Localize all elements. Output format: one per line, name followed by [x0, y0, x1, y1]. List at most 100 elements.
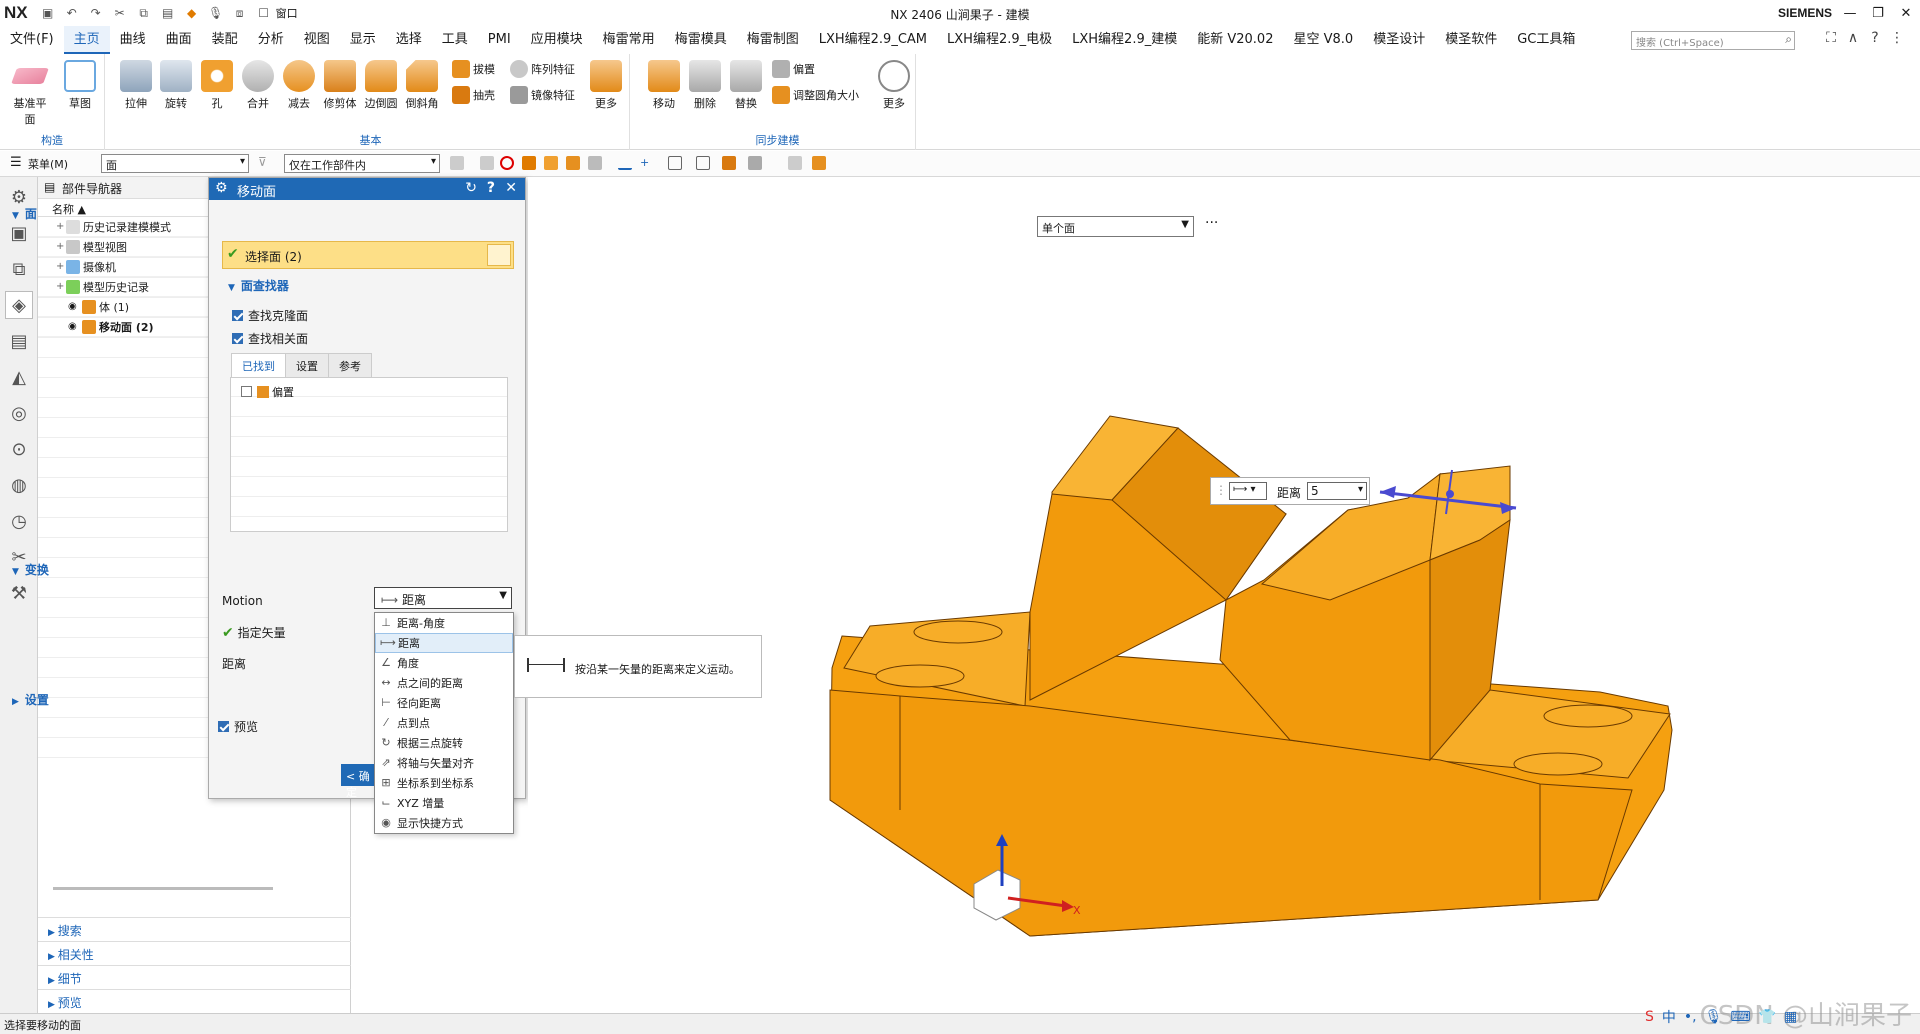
expand-icon[interactable]: + [56, 241, 66, 252]
graphics-window[interactable]: X [528, 177, 1920, 1013]
move-face-button[interactable]: 移动 [644, 60, 684, 111]
more-icon[interactable]: ⋮ [1886, 30, 1908, 46]
copy-icon[interactable]: ⧉ [135, 5, 153, 21]
gear-icon[interactable]: ⚙ [215, 180, 228, 196]
more-basic-button[interactable]: 更多 [586, 60, 626, 111]
mic-icon[interactable]: 🎙 [1705, 1009, 1723, 1025]
tools-icon[interactable]: ▦ [1784, 1009, 1797, 1025]
filter-reset-icon[interactable]: ⊽ [258, 155, 267, 169]
menu-item[interactable]: 选择 [386, 26, 432, 54]
close-icon[interactable]: ✕ [1892, 0, 1920, 26]
body-filter-icon[interactable] [588, 156, 602, 170]
face-finder-section[interactable]: ▼ 面查找器 [222, 277, 528, 294]
menu-item[interactable]: 文件(F) [0, 26, 64, 54]
motion-option[interactable]: ⌙ XYZ 增量 [375, 793, 513, 813]
dialog-tab[interactable]: 设置 [285, 353, 329, 377]
motion-option[interactable]: ∠ 角度 [375, 653, 513, 673]
motion-option[interactable]: ⟼ 距离 [375, 633, 513, 653]
restore-icon[interactable]: ❐ [1864, 0, 1892, 26]
menu-item[interactable]: LXH编程2.9_CAM [809, 26, 937, 54]
menu-button[interactable]: 菜单(M) [28, 156, 68, 172]
window-switch-icon[interactable]: ⧈ [231, 5, 249, 21]
trim-body-button[interactable]: 修剪体 [320, 60, 360, 111]
unite-button[interactable]: 合并 [238, 60, 278, 111]
part-icon[interactable]: ◆ [183, 5, 201, 21]
motion-option[interactable]: ⊞ 坐标系到坐标系 [375, 773, 513, 793]
preview-checkbox[interactable]: 预览 [218, 718, 258, 735]
face-filter-icon[interactable] [544, 156, 558, 170]
select-icon[interactable] [722, 156, 736, 170]
menu-item[interactable]: LXH编程2.9_电极 [937, 26, 1062, 54]
cut-icon[interactable]: ✂ [111, 5, 129, 21]
save-icon[interactable]: ▣ [39, 5, 57, 21]
delete-face-button[interactable]: 删除 [685, 60, 725, 111]
clock-icon[interactable]: ◷ [5, 507, 33, 535]
help-icon[interactable]: ? [1864, 30, 1886, 46]
navigator-section-0[interactable]: ▶ 搜索 [38, 917, 351, 941]
window-menu[interactable]: 窗口 [276, 5, 298, 21]
visibility-icon[interactable]: ◉ [68, 301, 82, 312]
scope-filter-dropdown[interactable]: 仅在工作部件内 ▾ [284, 154, 440, 173]
menu-item[interactable]: 梅雷模具 [665, 26, 737, 54]
menu-item[interactable]: 曲面 [156, 26, 202, 54]
sogou-icon[interactable]: S [1645, 1009, 1654, 1025]
keyboard-icon[interactable]: ⌨ [1730, 1009, 1750, 1025]
body-filter-icon[interactable] [566, 156, 580, 170]
reset-icon[interactable]: ↻ [465, 180, 477, 196]
point-filter-icon[interactable]: + [640, 156, 654, 170]
edge-blend-button[interactable]: 边倒圆 [361, 60, 401, 111]
motion-type-dropdown[interactable]: ⟼ ▾ [1229, 482, 1267, 500]
paste-icon[interactable]: ▤ [159, 5, 177, 21]
select-face-row[interactable]: ✔ 选择面 (2) [222, 241, 514, 269]
navigator-section-2[interactable]: ▶ 细节 [38, 965, 351, 989]
menu-item[interactable]: LXH编程2.9_建模 [1062, 26, 1187, 54]
face-select-icon[interactable] [487, 244, 511, 266]
collapse-ribbon-icon[interactable]: ∧ [1842, 30, 1864, 46]
menu-item[interactable]: 主页 [63, 26, 110, 54]
motion-option[interactable]: ⊢ 径向距离 [375, 693, 513, 713]
find-clone-checkbox[interactable]: 查找克隆面 [232, 307, 308, 324]
transform-section[interactable]: ▼ 变换 [6, 561, 312, 578]
reuse-library-icon[interactable]: ▤ [5, 327, 33, 355]
part-navigator-icon[interactable]: ◈ [5, 291, 33, 319]
mirror-feature-button[interactable]: 镜像特征 [510, 86, 575, 104]
snap-icon[interactable] [480, 156, 494, 170]
draft-button[interactable]: 拔模 [452, 60, 495, 78]
close-icon[interactable]: ✕ [505, 180, 517, 196]
expand-icon[interactable]: + [56, 281, 66, 292]
type-filter-dropdown[interactable]: 面 ▾ [101, 154, 249, 173]
motion-option[interactable]: ◉ 显示快捷方式 [375, 813, 513, 833]
menu-item[interactable]: 星空 V8.0 [1283, 26, 1363, 54]
web-browser-icon[interactable]: ◎ [5, 399, 33, 427]
offset-face-button[interactable]: 偏置 [772, 60, 815, 78]
part-model[interactable] [528, 177, 1920, 1013]
menu-item[interactable]: 工具 [432, 26, 478, 54]
menu-item[interactable]: GC工具箱 [1507, 26, 1585, 54]
menu-icon[interactable]: ☰ [10, 155, 22, 170]
visibility-icon[interactable]: ◉ [68, 321, 82, 332]
find-related-checkbox[interactable]: 查找相关面 [232, 330, 308, 347]
datum-plane-button[interactable]: 基准平面 [10, 60, 50, 127]
redo-icon[interactable]: ↷ [87, 5, 105, 21]
shell-button[interactable]: 抽壳 [452, 86, 495, 104]
face-filter-icon[interactable] [522, 156, 536, 170]
horizontal-scrollbar[interactable] [53, 887, 273, 890]
skin-icon[interactable]: 👕 [1759, 1009, 1776, 1025]
sketch-button[interactable]: 草图 [60, 60, 100, 111]
expand-icon[interactable]: + [56, 221, 66, 232]
menu-item[interactable]: 显示 [340, 26, 386, 54]
history-icon[interactable]: ⊙ [5, 435, 33, 463]
motion-option[interactable]: ⊥ 距离-角度 [375, 613, 513, 633]
menu-item[interactable]: 梅雷制图 [737, 26, 809, 54]
dialog-tab[interactable]: 已找到 [231, 353, 286, 377]
navigator-section-1[interactable]: ▶ 相关性 [38, 941, 351, 965]
menu-item[interactable]: 应用模块 [521, 26, 593, 54]
select-icon[interactable] [696, 156, 710, 170]
help-icon[interactable]: ? [487, 180, 495, 196]
motion-option[interactable]: ⁄ 点到点 [375, 713, 513, 733]
menu-item[interactable]: 能新 V20.02 [1187, 26, 1283, 54]
resize-blend-button[interactable]: 调整圆角大小 [772, 86, 859, 104]
replace-face-button[interactable]: 替换 [726, 60, 766, 111]
minimize-icon[interactable]: — [1836, 0, 1864, 26]
mic-icon[interactable]: 🎙 [207, 5, 225, 21]
